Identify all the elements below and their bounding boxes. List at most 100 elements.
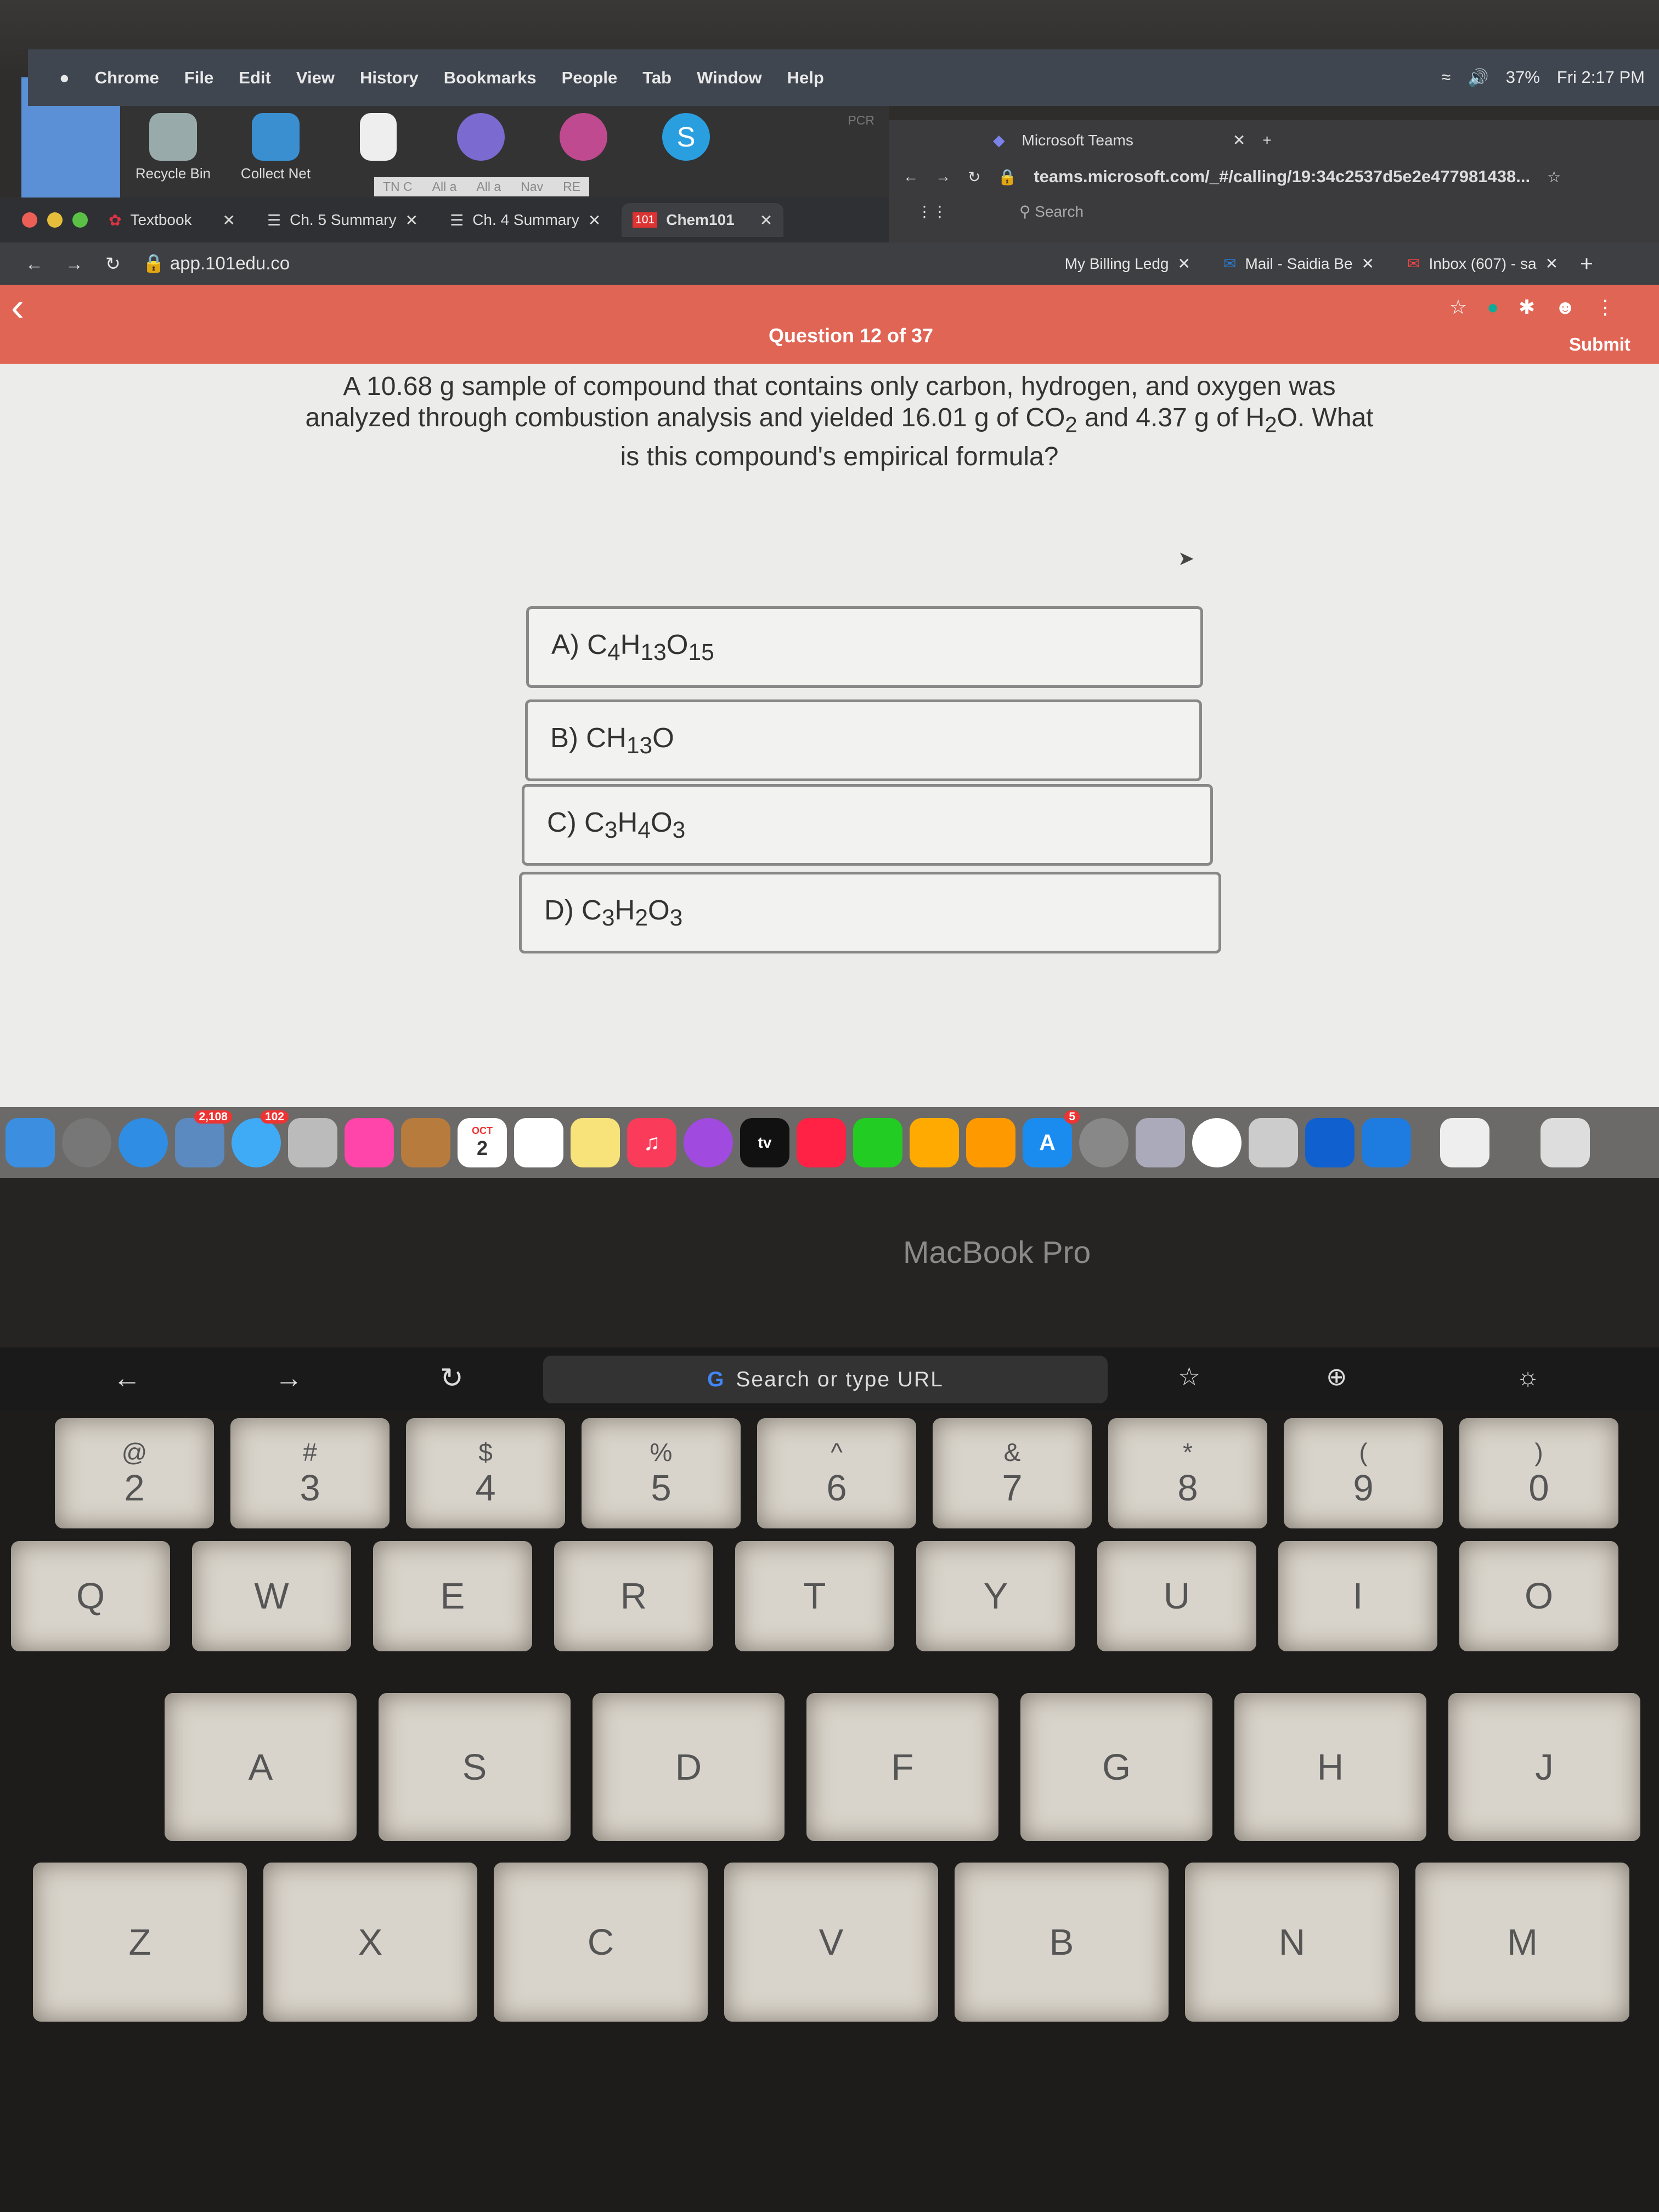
key-o[interactable]: O bbox=[1459, 1541, 1618, 1651]
remote-desktop-icon[interactable] bbox=[1305, 1118, 1355, 1167]
reload-icon[interactable]: ↻ bbox=[105, 253, 121, 274]
close-tab-icon[interactable]: ✕ bbox=[405, 211, 418, 229]
touchbar-new-tab-icon[interactable]: ⊕ bbox=[1326, 1362, 1347, 1391]
recycle-bin[interactable]: Recycle Bin bbox=[134, 113, 212, 190]
wifi-icon[interactable]: ≈ bbox=[1441, 67, 1451, 88]
key-f[interactable]: F bbox=[806, 1693, 998, 1841]
battery-percent[interactable]: 37% bbox=[1506, 67, 1540, 88]
apps-grid-icon[interactable]: ⋮⋮ bbox=[917, 202, 947, 221]
touchbar-star-icon[interactable]: ☆ bbox=[1178, 1362, 1200, 1391]
collect-net[interactable]: Collect Net bbox=[237, 113, 314, 190]
zoom-window-button[interactable] bbox=[72, 212, 88, 228]
menu-file[interactable]: File bbox=[184, 68, 213, 88]
key-m[interactable]: M bbox=[1415, 1863, 1629, 2022]
tab-textbook[interactable]: ✿ Textbook ✕ bbox=[98, 203, 246, 237]
chrome-icon[interactable] bbox=[1192, 1118, 1242, 1167]
forward-icon[interactable]: → bbox=[65, 253, 83, 274]
new-tab-button[interactable]: + bbox=[1580, 251, 1593, 276]
key-u[interactable]: U bbox=[1097, 1541, 1256, 1651]
apple-icon[interactable]: ● bbox=[59, 68, 70, 88]
close-tab-icon[interactable]: ✕ bbox=[1178, 255, 1190, 273]
tab-mail[interactable]: ✉ Mail - Saidia Be ✕ bbox=[1212, 247, 1385, 281]
close-window-button[interactable] bbox=[22, 212, 37, 228]
key-n[interactable]: N bbox=[1185, 1863, 1399, 2022]
menu-bookmarks[interactable]: Bookmarks bbox=[444, 68, 537, 88]
url-field[interactable]: 🔒 app.101edu.co bbox=[143, 253, 290, 274]
tab-chem101[interactable]: 101 Chem101 ✕ bbox=[622, 203, 784, 237]
key-c[interactable]: C bbox=[494, 1863, 708, 2022]
key-h[interactable]: H bbox=[1234, 1693, 1426, 1841]
teams-search[interactable]: ⚲ Search bbox=[1019, 202, 1084, 221]
mail-icon[interactable]: 2,108 bbox=[175, 1110, 232, 1167]
pages-icon[interactable] bbox=[966, 1118, 1015, 1167]
back-icon[interactable]: ← bbox=[903, 168, 918, 185]
option-c[interactable]: C) C3H4O3 bbox=[522, 784, 1213, 866]
key-d[interactable]: D bbox=[592, 1693, 785, 1841]
reminders-icon[interactable] bbox=[514, 1118, 563, 1167]
launchpad-icon[interactable] bbox=[62, 1118, 111, 1167]
key-9[interactable]: (9 bbox=[1284, 1418, 1443, 1528]
new-tab-icon[interactable]: + bbox=[1262, 132, 1271, 149]
key-v[interactable]: V bbox=[724, 1863, 938, 2022]
grammarly-icon[interactable]: ● bbox=[1487, 296, 1499, 319]
option-d[interactable]: D) C3H2O3 bbox=[519, 872, 1221, 953]
close-tab-icon[interactable]: ✕ bbox=[223, 211, 235, 229]
podcasts-icon[interactable] bbox=[684, 1118, 733, 1167]
back-icon[interactable]: ← bbox=[25, 253, 43, 274]
chrome-menu-icon[interactable]: ⋮ bbox=[1595, 296, 1615, 319]
profile-avatar[interactable]: ☻ bbox=[1555, 296, 1576, 319]
menu-tab[interactable]: Tab bbox=[642, 68, 672, 88]
key-z[interactable]: Z bbox=[33, 1863, 247, 2022]
folder-icon[interactable] bbox=[1362, 1118, 1411, 1167]
tab-ch5-summary[interactable]: ☰ Ch. 5 Summary ✕ bbox=[256, 203, 429, 237]
key-e[interactable]: E bbox=[373, 1541, 532, 1651]
safari-icon[interactable] bbox=[119, 1118, 168, 1167]
key-8[interactable]: * 8 bbox=[1108, 1418, 1267, 1528]
teams-tab[interactable]: Microsoft Teams bbox=[1022, 132, 1133, 149]
key-7[interactable]: & 7 bbox=[933, 1418, 1092, 1528]
touchbar-back-icon[interactable]: ← bbox=[113, 1362, 141, 1394]
key-a[interactable]: A bbox=[165, 1693, 357, 1841]
key-s[interactable]: S bbox=[379, 1693, 571, 1841]
key-b[interactable]: B bbox=[955, 1863, 1169, 2022]
app-store-icon[interactable]: A5 bbox=[1023, 1110, 1080, 1167]
key-r[interactable]: R bbox=[554, 1541, 713, 1651]
forward-icon[interactable]: → bbox=[935, 168, 951, 185]
submit-button[interactable]: Submit bbox=[1569, 334, 1630, 355]
mini-tab[interactable]: All a bbox=[476, 179, 501, 194]
finder-icon[interactable] bbox=[5, 1118, 55, 1167]
mini-tab[interactable]: All a bbox=[432, 179, 457, 194]
close-tab-icon[interactable]: ✕ bbox=[760, 211, 772, 229]
mini-tab[interactable]: Nav bbox=[521, 179, 543, 194]
menu-view[interactable]: View bbox=[296, 68, 335, 88]
music-icon[interactable]: ♫ bbox=[627, 1118, 676, 1167]
mini-tab[interactable]: TN C bbox=[383, 179, 413, 194]
touchbar-reload-icon[interactable]: ↻ bbox=[440, 1362, 464, 1395]
tab-billing[interactable]: My Billing Ledg ✕ bbox=[1054, 247, 1201, 281]
numbers-icon[interactable] bbox=[853, 1118, 902, 1167]
volume-icon[interactable]: 🔊 bbox=[1468, 67, 1489, 88]
key-x[interactable]: X bbox=[263, 1863, 477, 2022]
preview-icon[interactable] bbox=[1136, 1118, 1185, 1167]
photos-icon[interactable] bbox=[345, 1118, 394, 1167]
touchbar-forward-icon[interactable]: → bbox=[275, 1362, 303, 1394]
notes-icon[interactable] bbox=[571, 1118, 620, 1167]
key-y[interactable]: Y bbox=[916, 1541, 1075, 1651]
touchbar-search[interactable]: G Search or type URL bbox=[543, 1356, 1108, 1403]
extensions-icon[interactable]: ✱ bbox=[1519, 296, 1535, 319]
teams-url[interactable]: teams.microsoft.com/_#/calling/19:34c253… bbox=[1034, 167, 1530, 187]
system-preferences-icon[interactable] bbox=[1079, 1118, 1128, 1167]
news-icon[interactable] bbox=[797, 1118, 846, 1167]
reload-icon[interactable]: ↻ bbox=[968, 168, 980, 186]
star-icon[interactable]: ☆ bbox=[1547, 168, 1561, 186]
contacts-icon[interactable] bbox=[401, 1118, 450, 1167]
menu-help[interactable]: Help bbox=[787, 68, 824, 88]
close-tab-icon[interactable]: ✕ bbox=[1545, 255, 1558, 273]
menu-people[interactable]: People bbox=[562, 68, 618, 88]
option-b[interactable]: B) CH13O bbox=[525, 699, 1202, 781]
menu-history[interactable]: History bbox=[360, 68, 419, 88]
key-w[interactable]: W bbox=[192, 1541, 351, 1651]
menu-window[interactable]: Window bbox=[697, 68, 762, 88]
messages-icon[interactable]: 102 bbox=[232, 1110, 289, 1167]
maps-icon[interactable] bbox=[288, 1118, 337, 1167]
